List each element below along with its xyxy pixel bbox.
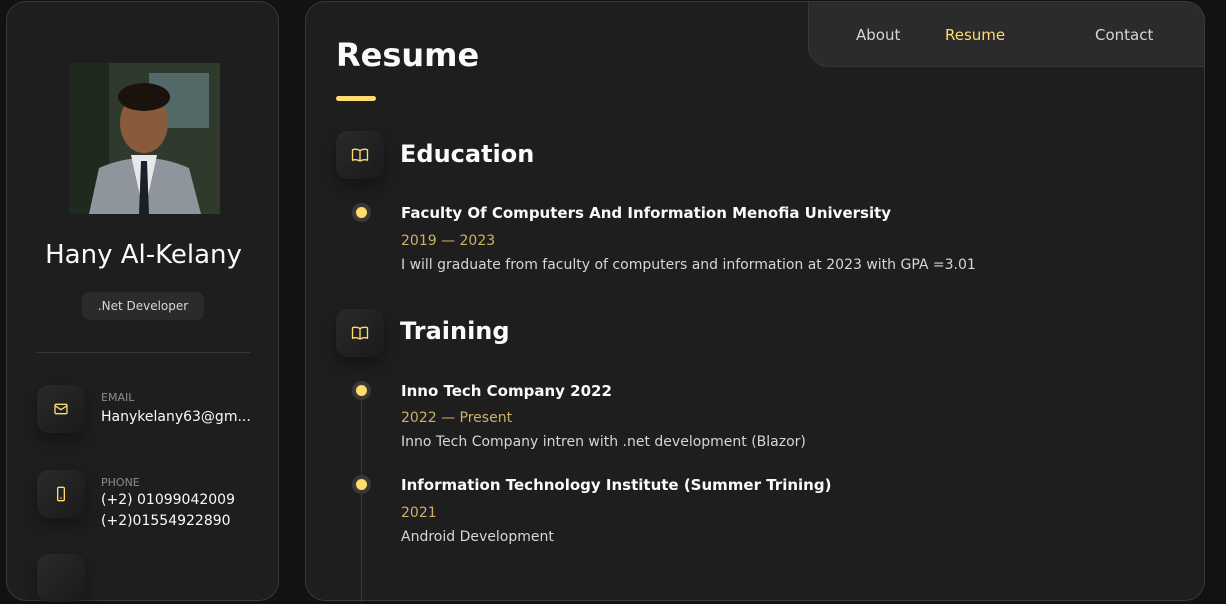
page-title: Resume — [336, 36, 480, 74]
nav-about[interactable]: About — [856, 26, 900, 44]
book-icon — [336, 309, 384, 357]
education-title: Education — [400, 140, 535, 168]
phone-number-1[interactable]: (+2) 01099042009 — [101, 490, 235, 511]
contact-item-phone: PHONE (+2) 01099042009 (+2)01554922890 — [37, 470, 267, 530]
training-title: Training — [400, 317, 510, 345]
mail-icon — [37, 385, 85, 433]
navbar: About Resume Contact — [808, 1, 1205, 67]
timeline-dot — [356, 207, 367, 218]
timeline-dot — [356, 385, 367, 396]
training-item-title: Information Technology Institute (Summer… — [401, 476, 832, 494]
phone-label: PHONE — [101, 476, 140, 489]
job-title-badge: .Net Developer — [82, 292, 204, 320]
profile-name: Hany Al-Kelany — [45, 240, 242, 270]
timeline-dot — [356, 479, 367, 490]
sidebar-separator — [37, 352, 250, 353]
training-item-text: Inno Tech Company intren with .net devel… — [401, 434, 806, 450]
contact-item-next — [37, 554, 267, 604]
education-item-date: 2019 — 2023 — [401, 233, 496, 249]
contact-icon — [37, 554, 85, 602]
nav-contact[interactable]: Contact — [1095, 26, 1153, 44]
education-item-title: Faculty Of Computers And Information Men… — [401, 204, 892, 222]
contact-item-email: EMAIL Hanykelany63@gm... — [37, 385, 267, 435]
email-link[interactable]: Hanykelany63@gm... — [101, 409, 251, 425]
timeline-line — [361, 382, 362, 602]
phone-icon — [37, 470, 85, 518]
book-icon — [336, 131, 384, 179]
training-item-title: Inno Tech Company 2022 — [401, 382, 612, 400]
avatar — [69, 63, 220, 214]
training-item-date: 2021 — [401, 505, 437, 521]
education-item-text: I will graduate from faculty of computer… — [401, 257, 976, 273]
email-label: EMAIL — [101, 391, 135, 404]
phone-number-2[interactable]: (+2)01554922890 — [101, 511, 235, 532]
training-item-text: Android Development — [401, 529, 554, 545]
phone-link[interactable]: (+2) 01099042009 (+2)01554922890 — [101, 490, 235, 532]
title-underline — [336, 96, 376, 101]
nav-resume[interactable]: Resume — [945, 26, 1005, 44]
sidebar: Hany Al-Kelany .Net Developer EMAIL Hany… — [6, 1, 279, 604]
avatar-photo-image — [69, 63, 220, 214]
main-panel: About Resume Contact Resume Education Fa… — [305, 1, 1205, 602]
training-item-date: 2022 — Present — [401, 410, 513, 426]
